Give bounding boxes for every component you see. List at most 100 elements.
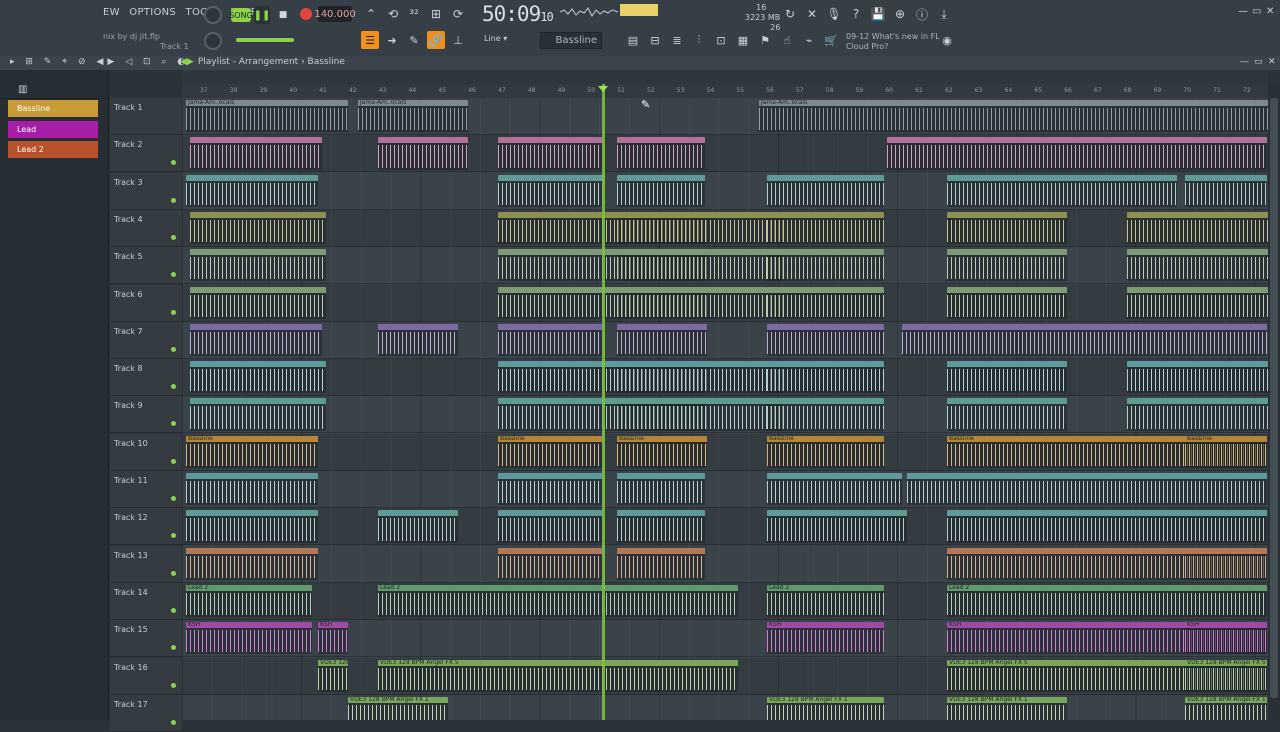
plugin-icon[interactable]: ⊕ [891,5,909,23]
pattern-clip[interactable] [498,547,602,580]
maximize-icon[interactable]: ▭ [1252,6,1261,17]
track-lane[interactable] [182,209,1268,247]
pattern-item-lead[interactable]: Lead [8,121,98,138]
arrangement-grid[interactable]: Jama-Am..ocals Jama-Am..ocals Jama-Am..oca… [182,98,1268,720]
pattern-clip[interactable]: Bassline [617,435,707,468]
track-header[interactable]: Track 14 [110,582,182,620]
track-mute-led[interactable] [171,384,176,390]
close-icon[interactable]: ✕ [1266,6,1274,17]
mixer-icon[interactable]: ✕ [803,5,821,23]
pattern-clip[interactable] [378,323,458,357]
pattern-clip[interactable] [767,510,907,543]
pattern-clip[interactable]: KSH [1185,622,1267,655]
pattern-clip[interactable] [498,323,602,357]
project-icon[interactable]: ▦ [734,31,752,49]
pattern-clip[interactable]: Lead 2 [947,584,1267,618]
track-mute-led[interactable] [171,234,176,240]
pattern-clip[interactable] [767,361,884,394]
channel-rack-icon[interactable]: ⊟ [646,31,664,49]
pattern-clip[interactable]: KSH [186,622,312,655]
pattern-clip[interactable] [190,249,326,282]
pattern-clip[interactable] [617,398,707,431]
pattern-clip[interactable] [767,286,884,319]
help-icon[interactable]: ? [847,5,865,23]
touch-icon[interactable]: ☝ [778,31,796,49]
playlist-icon[interactable]: ≣ [668,31,686,49]
track-header[interactable]: Track 3 [110,172,182,210]
pattern-selector[interactable]: Bassline [540,32,602,49]
pattern-clip[interactable]: Lead 2 [378,584,738,618]
track-mute-led[interactable] [171,272,176,278]
track-mute-led[interactable] [171,458,176,464]
pattern-clip[interactable] [498,510,602,543]
piano-roll-icon[interactable]: ▤ [624,31,642,49]
pattern-clip[interactable]: VDE3 128 BPM Angel FX 1 [947,696,1067,720]
playlist-close-icon[interactable]: ✕ [1268,57,1276,67]
track-header[interactable]: Track 13 [110,545,182,583]
pattern-clip[interactable] [190,286,326,319]
track-mute-led[interactable] [171,533,176,539]
account-icon[interactable]: ◉ [938,31,956,49]
song-mode-button[interactable]: SONG [229,8,253,22]
metronome-icon[interactable]: ⌃ [362,5,380,23]
shop-icon[interactable]: 🛒 [822,31,840,49]
pattern-clip[interactable] [190,211,326,245]
pattern-clip[interactable]: VDE3 128 BPM Angel FX 1 [767,696,884,720]
playlist-maximize-icon[interactable]: ▭ [1254,57,1263,67]
track-header[interactable]: Track 15 [110,620,182,658]
track-header[interactable]: Track 9 [110,396,182,434]
track-lane[interactable]: Bassline Bassline Bassline Bassline Bassline… [182,433,1268,471]
track-header[interactable]: Track 5 [110,247,182,285]
pattern-clip[interactable]: Lead 2 [767,584,884,618]
playhead[interactable] [602,84,605,720]
pattern-clip[interactable] [1127,211,1268,245]
track-lane[interactable] [182,359,1268,397]
pattern-clip[interactable] [617,137,705,170]
pattern-clip[interactable] [907,473,1267,506]
pattern-clip[interactable] [186,510,318,543]
pattern-clip[interactable]: VDE3 128 BPM Angel FX 1 [348,696,448,720]
pattern-clip[interactable]: Jama-Am..ocals [186,100,348,133]
pattern-clip[interactable] [617,547,705,580]
pattern-clip[interactable] [1185,174,1267,207]
track-mute-led[interactable] [171,607,176,613]
snap-selector[interactable]: Line ▾ [484,34,530,48]
plugin-picker-icon[interactable]: ⚑ [756,31,774,49]
pattern-clip[interactable] [190,323,322,357]
news-panel[interactable]: 09-12 What's new in FL Cloud Pro? [846,32,940,52]
track-lane[interactable]: Lead 2 Lead 2 Lead 2 Lead 2 [182,582,1268,620]
pattern-clip[interactable] [186,547,318,580]
track-header[interactable]: Track 17 [110,694,182,732]
pattern-clip[interactable]: Bassline [186,435,318,468]
track-lane[interactable] [182,396,1268,434]
pattern-clip[interactable] [902,323,1267,357]
countdown-icon[interactable]: ³² [405,5,423,23]
download-icon[interactable]: ⤓ [935,5,953,23]
info-icon[interactable]: ⓘ [913,5,931,23]
pattern-item-lead-2[interactable]: Lead 2 [8,141,98,158]
minimize-icon[interactable]: — [1238,6,1248,17]
record-button[interactable] [300,8,312,20]
pattern-clip[interactable] [190,137,322,170]
track-mute-led[interactable] [171,719,176,725]
pattern-clip[interactable] [1127,286,1268,319]
blend-notes-icon[interactable]: ⟳ [449,5,467,23]
pattern-clip[interactable] [617,249,707,282]
pattern-clip[interactable] [617,323,707,357]
track-header[interactable]: Track 10 [110,433,182,471]
pattern-clip[interactable] [767,323,884,357]
pattern-clip[interactable] [617,286,707,319]
tempo-display[interactable]: 140.000 [314,6,356,22]
pattern-clip[interactable]: VDE3 128 BPM Angel FX 1 [1185,696,1267,720]
pattern-clip[interactable] [767,249,884,282]
pattern-clip[interactable] [617,174,705,207]
pattern-clip[interactable]: Bassline [767,435,884,468]
pencil-icon[interactable]: ✎ [405,31,423,49]
pattern-clip[interactable] [947,361,1067,394]
track-header[interactable]: Track 16 [110,657,182,695]
pattern-clip[interactable]: VDE3 128 BPM Angel FX 5 [1185,659,1267,692]
pattern-clip[interactable] [767,473,902,506]
arrow-right-icon[interactable]: ➜ [383,31,401,49]
pattern-clip[interactable] [190,398,326,431]
pattern-clip[interactable] [1127,398,1268,431]
